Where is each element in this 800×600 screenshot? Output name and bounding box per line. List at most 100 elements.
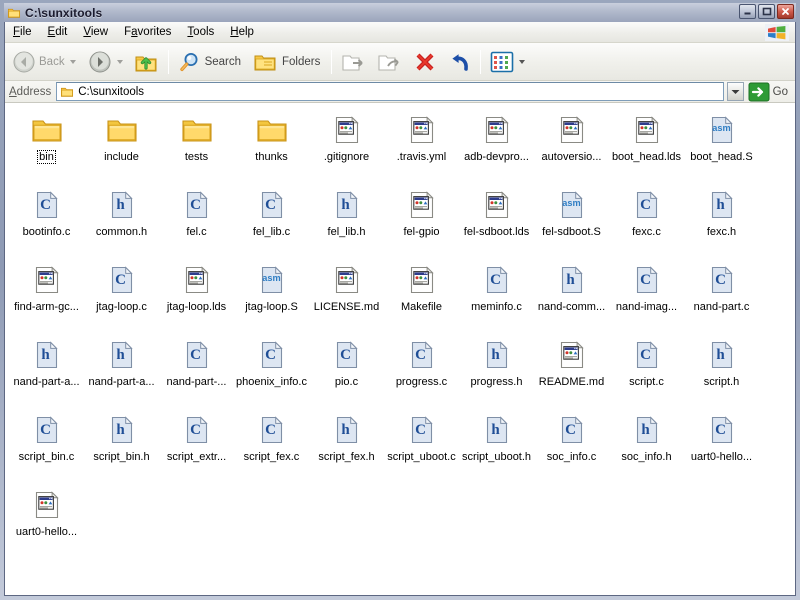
undo-button[interactable] xyxy=(442,45,476,79)
file-item[interactable]: h script_uboot.h xyxy=(459,410,534,485)
file-item[interactable]: C script_uboot.c xyxy=(384,410,459,485)
file-item[interactable]: asm jtag-loop.S xyxy=(234,260,309,335)
explorer-window: C:\sunxitools File Edit View Favorites T… xyxy=(0,0,800,600)
svg-text:C: C xyxy=(190,422,201,438)
file-name-label: boot_head.lds xyxy=(611,151,682,163)
svg-text:C: C xyxy=(340,347,351,363)
chevron-down-icon xyxy=(731,89,740,94)
menu-help[interactable]: Help xyxy=(222,24,262,40)
file-item[interactable]: LICENSE.md xyxy=(309,260,384,335)
file-item[interactable]: boot_head.lds xyxy=(609,110,684,185)
file-item[interactable]: C fel.c xyxy=(159,185,234,260)
file-item[interactable]: fel-sdboot.lds xyxy=(459,185,534,260)
file-item[interactable]: C jtag-loop.c xyxy=(84,260,159,335)
delete-button[interactable] xyxy=(408,45,442,79)
minimize-button[interactable] xyxy=(739,4,756,19)
file-item[interactable]: C script_fex.c xyxy=(234,410,309,485)
c-file-icon: C xyxy=(186,341,208,369)
title-bar[interactable]: C:\sunxitools xyxy=(4,3,796,22)
forward-button[interactable] xyxy=(83,45,128,79)
file-item[interactable]: h progress.h xyxy=(459,335,534,410)
file-item[interactable]: C uart0-hello... xyxy=(684,410,759,485)
file-item[interactable]: find-arm-gc... xyxy=(9,260,84,335)
file-item[interactable]: C pio.c xyxy=(309,335,384,410)
back-button[interactable]: Back xyxy=(7,45,83,79)
c-file-icon: C xyxy=(261,416,283,444)
file-item[interactable]: .gitignore xyxy=(309,110,384,185)
forward-icon xyxy=(89,51,111,72)
file-item[interactable]: uart0-hello... xyxy=(9,485,84,560)
file-item[interactable]: C nand-part-... xyxy=(159,335,234,410)
copy-to-button[interactable] xyxy=(372,45,408,79)
file-item[interactable]: include xyxy=(84,110,159,185)
menu-tools[interactable]: Tools xyxy=(179,24,222,40)
maximize-button[interactable] xyxy=(758,4,775,19)
file-item[interactable]: C nand-imag... xyxy=(609,260,684,335)
menu-file[interactable]: File xyxy=(5,24,40,40)
views-button[interactable] xyxy=(485,45,530,79)
file-item[interactable]: .travis.yml xyxy=(384,110,459,185)
file-item[interactable]: C soc_info.c xyxy=(534,410,609,485)
file-item[interactable]: thunks xyxy=(234,110,309,185)
move-to-button[interactable] xyxy=(336,45,372,79)
copy-to-icon xyxy=(378,54,400,71)
address-dropdown-button[interactable] xyxy=(726,82,744,101)
file-item[interactable]: h fexc.h xyxy=(684,185,759,260)
file-item[interactable]: C bootinfo.c xyxy=(9,185,84,260)
menu-edit[interactable]: Edit xyxy=(40,24,76,40)
go-button[interactable]: Go xyxy=(747,82,792,102)
back-dropdown-icon[interactable] xyxy=(69,59,76,64)
file-item[interactable]: C fexc.c xyxy=(609,185,684,260)
folders-button[interactable]: Folders xyxy=(248,45,327,79)
up-button[interactable] xyxy=(128,45,164,79)
file-item[interactable]: C meminfo.c xyxy=(459,260,534,335)
file-item[interactable]: asm boot_head.S xyxy=(684,110,759,185)
file-name-label: meminfo.c xyxy=(471,301,522,313)
file-name-label: script.c xyxy=(629,376,664,388)
file-item[interactable]: h script_fex.h xyxy=(309,410,384,485)
file-item[interactable]: C script.c xyxy=(609,335,684,410)
file-item[interactable]: README.md xyxy=(534,335,609,410)
file-item[interactable]: C fel_lib.c xyxy=(234,185,309,260)
close-button[interactable] xyxy=(777,4,794,19)
file-item[interactable]: h nand-comm... xyxy=(534,260,609,335)
file-name-label: tests xyxy=(184,151,209,163)
forward-dropdown-icon[interactable] xyxy=(116,59,123,64)
file-item[interactable]: fel-gpio xyxy=(384,185,459,260)
file-item[interactable]: C nand-part.c xyxy=(684,260,759,335)
address-bar: Address C:\sunxitools Go xyxy=(5,81,795,103)
menu-favorites[interactable]: Favorites xyxy=(116,24,179,40)
file-item[interactable]: adb-devpro... xyxy=(459,110,534,185)
file-item[interactable]: h script_bin.h xyxy=(84,410,159,485)
file-item[interactable]: autoversio... xyxy=(534,110,609,185)
menu-view[interactable]: View xyxy=(75,24,116,40)
file-item[interactable]: h fel_lib.h xyxy=(309,185,384,260)
search-button[interactable]: Search xyxy=(173,45,248,79)
file-item[interactable]: tests xyxy=(159,110,234,185)
delete-icon xyxy=(416,53,434,70)
file-item[interactable]: h soc_info.h xyxy=(609,410,684,485)
file-item[interactable]: C script_extr... xyxy=(159,410,234,485)
file-item[interactable]: jtag-loop.lds xyxy=(159,260,234,335)
file-item[interactable]: h common.h xyxy=(84,185,159,260)
file-item[interactable]: h nand-part-a... xyxy=(84,335,159,410)
file-item[interactable]: bin xyxy=(9,110,84,185)
file-item[interactable]: C progress.c xyxy=(384,335,459,410)
svg-text:h: h xyxy=(716,347,725,363)
svg-text:C: C xyxy=(490,272,501,288)
move-to-icon xyxy=(342,54,364,71)
svg-text:C: C xyxy=(115,272,126,288)
file-item[interactable]: asm fel-sdboot.S xyxy=(534,185,609,260)
file-item[interactable]: C phoenix_info.c xyxy=(234,335,309,410)
file-item[interactable]: h nand-part-a... xyxy=(9,335,84,410)
file-item[interactable]: C script_bin.c xyxy=(9,410,84,485)
asm-file-icon: asm xyxy=(561,191,583,219)
file-name-label: soc_info.h xyxy=(621,451,672,463)
views-dropdown-icon[interactable] xyxy=(519,59,526,64)
file-name-label: Makefile xyxy=(401,301,442,313)
address-input[interactable]: C:\sunxitools xyxy=(56,82,724,101)
file-name-label: script_bin.h xyxy=(93,451,150,463)
file-item[interactable]: h script.h xyxy=(684,335,759,410)
file-list-pane[interactable]: bin include tests thunks .gitignore .tra… xyxy=(5,103,795,595)
file-item[interactable]: Makefile xyxy=(384,260,459,335)
